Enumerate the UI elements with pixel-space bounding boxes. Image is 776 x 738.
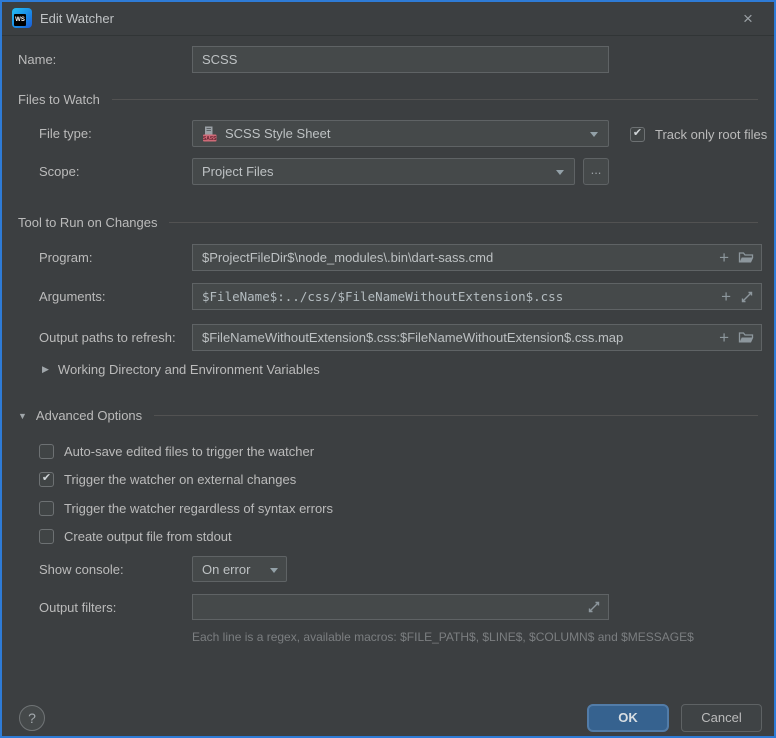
working-directory-label: Working Directory and Environment Variab… (58, 362, 320, 377)
section-divider (112, 99, 758, 100)
webstorm-app-icon: WS (12, 8, 32, 28)
help-button[interactable]: ? (19, 705, 45, 731)
autosave-checkbox[interactable]: Auto-save edited files to trigger the wa… (39, 443, 314, 459)
expand-field-icon[interactable] (587, 600, 601, 614)
checkmark-icon: ✔ (42, 473, 51, 484)
program-input[interactable]: $ProjectFileDir$\node_modules\.bin\dart-… (192, 244, 762, 271)
show-console-value: On error (202, 562, 250, 577)
arguments-label: Arguments: (39, 289, 105, 305)
title-bar[interactable]: WS Edit Watcher × (2, 2, 774, 35)
file-type-label: File type: (39, 126, 92, 142)
program-value: $ProjectFileDir$\node_modules\.bin\dart-… (202, 250, 493, 265)
cancel-button[interactable]: Cancel (681, 704, 762, 732)
section-files-to-watch: Files to Watch (18, 91, 758, 108)
insert-macro-icon[interactable]: + (721, 290, 731, 304)
checkbox-box[interactable] (39, 501, 54, 516)
section-divider (154, 415, 758, 416)
scope-label: Scope: (39, 164, 79, 180)
autosave-label: Auto-save edited files to trigger the wa… (64, 444, 314, 459)
name-value: SCSS (202, 52, 237, 67)
checkbox-box[interactable] (39, 444, 54, 459)
checkbox-box[interactable] (39, 529, 54, 544)
webstorm-icon-label: WS (14, 14, 26, 26)
section-tool-to-run: Tool to Run on Changes (18, 214, 758, 231)
show-console-combobox[interactable]: On error (192, 556, 287, 582)
chevron-down-icon (590, 132, 598, 137)
output-paths-input[interactable]: $FileNameWithoutExtension$.css:$FileName… (192, 324, 762, 351)
track-root-files-label: Track only root files (655, 127, 767, 142)
track-root-files-checkbox[interactable]: ✔ Track only root files (630, 126, 767, 142)
scope-browse-button[interactable]: ... (583, 158, 609, 185)
insert-macro-icon[interactable]: + (719, 251, 729, 265)
scss-file-icon: SASS (202, 126, 218, 142)
output-paths-label: Output paths to refresh: (39, 330, 176, 346)
advanced-options-expander[interactable]: ▼ Advanced Options (18, 407, 758, 424)
stdout-label: Create output file from stdout (64, 529, 232, 544)
checkbox-box[interactable]: ✔ (39, 472, 54, 487)
show-console-label: Show console: (39, 562, 124, 578)
browse-folder-icon[interactable] (738, 331, 754, 345)
arguments-value: $FileName$:../css/$FileNameWithoutExtens… (202, 289, 563, 304)
chevron-down-expanded-icon: ▼ (18, 411, 27, 421)
section-tool-title: Tool to Run on Changes (18, 215, 157, 230)
output-paths-value: $FileNameWithoutExtension$.css:$FileName… (202, 330, 623, 345)
syntax-errors-checkbox[interactable]: Trigger the watcher regardless of syntax… (39, 500, 333, 516)
file-type-combobox[interactable]: SASS SCSS Style Sheet (192, 120, 609, 147)
scope-combobox[interactable]: Project Files (192, 158, 575, 185)
chevron-right-icon: ▶ (42, 364, 49, 375)
titlebar-divider (2, 35, 774, 36)
output-filters-hint: Each line is a regex, available macros: … (192, 630, 694, 644)
scope-value: Project Files (202, 164, 274, 179)
file-type-value: SCSS Style Sheet (225, 126, 331, 141)
checkbox-box[interactable]: ✔ (630, 127, 645, 142)
stdout-checkbox[interactable]: Create output file from stdout (39, 528, 232, 544)
expand-field-icon[interactable] (740, 290, 754, 304)
external-changes-label: Trigger the watcher on external changes (64, 472, 296, 487)
checkmark-icon: ✔ (633, 128, 642, 139)
output-filters-label: Output filters: (39, 600, 116, 616)
window-title: Edit Watcher (40, 11, 114, 26)
insert-macro-icon[interactable]: + (719, 331, 729, 345)
name-input[interactable]: SCSS (192, 46, 609, 73)
section-divider (169, 222, 758, 223)
syntax-errors-label: Trigger the watcher regardless of syntax… (64, 501, 333, 516)
name-label: Name: (18, 52, 56, 68)
chevron-down-icon (270, 568, 278, 573)
close-icon[interactable]: × (736, 7, 760, 31)
output-filters-input[interactable] (192, 594, 609, 620)
browse-folder-icon[interactable] (738, 251, 754, 265)
working-directory-expander[interactable]: ▶ Working Directory and Environment Vari… (42, 362, 320, 377)
section-files-title: Files to Watch (18, 92, 100, 107)
advanced-options-title: Advanced Options (36, 408, 142, 423)
arguments-input[interactable]: $FileName$:../css/$FileNameWithoutExtens… (192, 283, 762, 310)
chevron-down-icon (556, 170, 564, 175)
edit-watcher-dialog: WS Edit Watcher × Name: SCSS Files to Wa… (0, 0, 776, 738)
ok-button[interactable]: OK (587, 704, 669, 732)
svg-text:SASS: SASS (203, 136, 217, 142)
program-label: Program: (39, 250, 92, 266)
external-changes-checkbox[interactable]: ✔ Trigger the watcher on external change… (39, 471, 296, 487)
